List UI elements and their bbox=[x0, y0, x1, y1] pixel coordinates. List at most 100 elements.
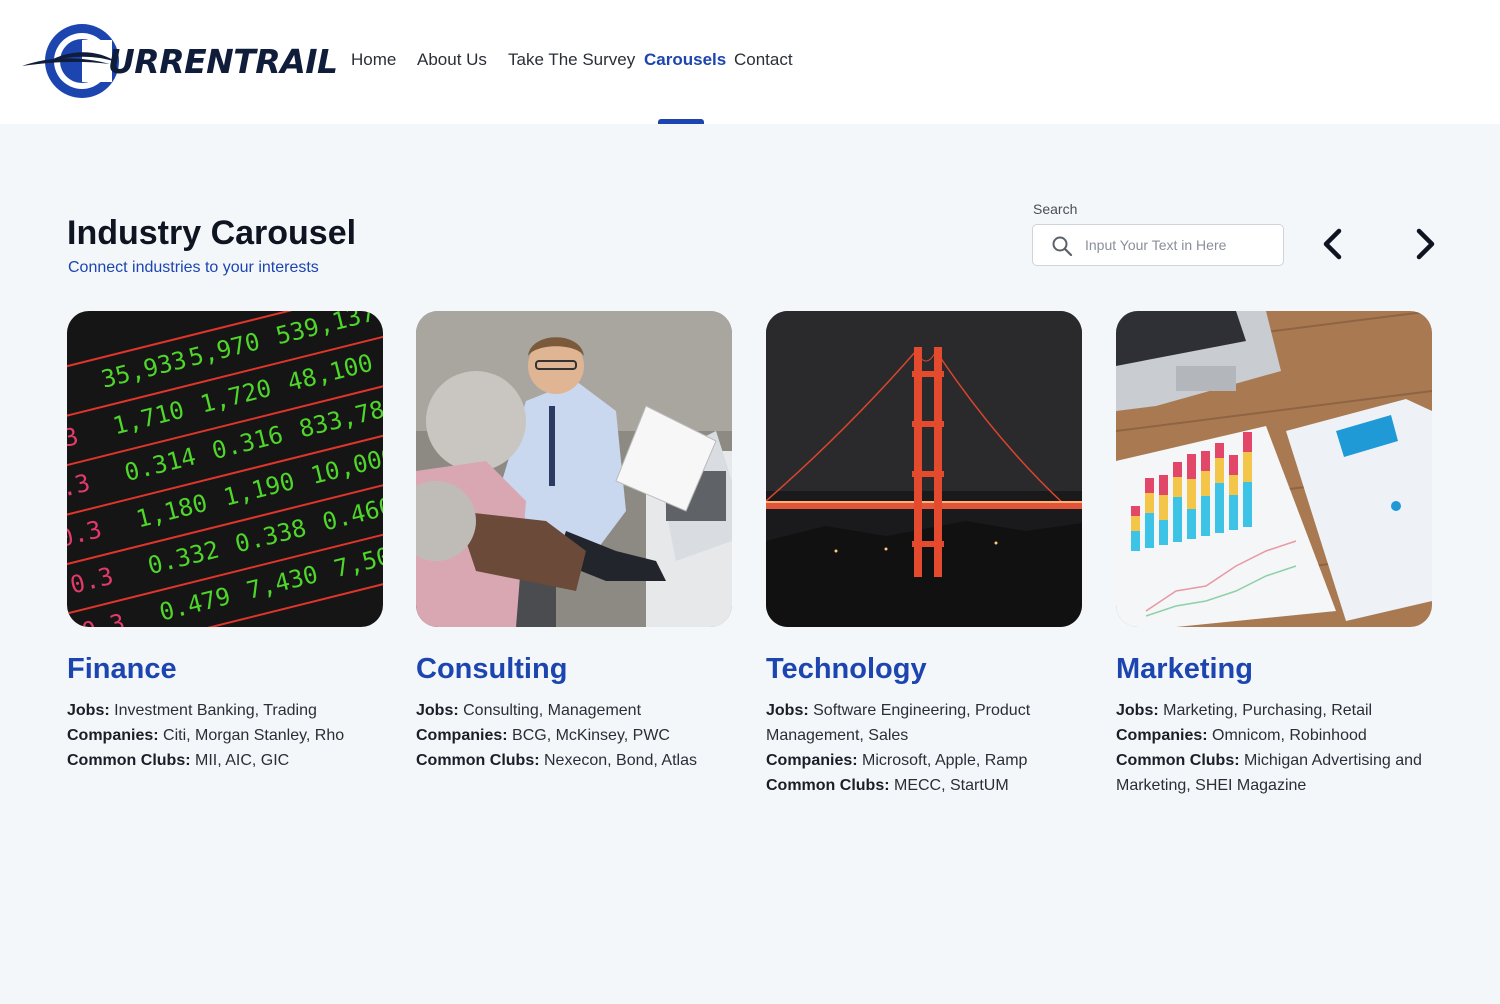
consultant-meeting-image bbox=[416, 311, 732, 627]
nav-active-indicator bbox=[658, 119, 704, 124]
card-details: Jobs: Marketing, Purchasing, Retail Comp… bbox=[1116, 698, 1434, 798]
companies-value: Microsoft, Apple, Ramp bbox=[862, 752, 1028, 769]
card-title: Marketing bbox=[1116, 653, 1253, 685]
report-bar bbox=[1187, 479, 1196, 509]
chevron-left-icon bbox=[1323, 228, 1342, 260]
report-bar bbox=[1229, 495, 1238, 530]
nav-carousels[interactable]: Carousels bbox=[644, 50, 726, 70]
companies-value: Citi, Morgan Stanley, Rho bbox=[163, 727, 345, 744]
jobs-label: Jobs: bbox=[67, 702, 110, 719]
report-bar bbox=[1159, 495, 1168, 520]
report-bar bbox=[1215, 483, 1224, 533]
report-bar bbox=[1159, 520, 1168, 545]
report-bar bbox=[1159, 475, 1168, 495]
companies-label: Companies: bbox=[416, 727, 508, 744]
marketing-image bbox=[1116, 311, 1432, 627]
card-details: Jobs: Software Engineering, Product Mana… bbox=[766, 698, 1084, 798]
report-bar bbox=[1131, 506, 1140, 516]
currentrail-logo[interactable]: URRENTRAIL bbox=[20, 22, 338, 102]
card-jobs: Jobs: Investment Banking, Trading bbox=[67, 698, 385, 723]
clubs-value: MECC, StartUM bbox=[894, 777, 1009, 794]
card-jobs: Jobs: Marketing, Purchasing, Retail bbox=[1116, 698, 1434, 723]
report-bar bbox=[1187, 454, 1196, 479]
companies-value: Omnicom, Robinhood bbox=[1212, 727, 1367, 744]
chevron-right-icon bbox=[1416, 228, 1435, 260]
card-details: Jobs: Investment Banking, Trading Compan… bbox=[67, 698, 385, 773]
card-title: Finance bbox=[67, 653, 177, 685]
card-clubs: Common Clubs: Michigan Advertising and M… bbox=[1116, 748, 1434, 798]
jobs-label: Jobs: bbox=[416, 702, 459, 719]
nav-contact[interactable]: Contact bbox=[734, 50, 793, 70]
report-bar bbox=[1131, 516, 1140, 531]
consulting-image bbox=[416, 311, 732, 627]
report-bar bbox=[1215, 443, 1224, 458]
stock-ticker-image: 35,9330.35,970539,1371,7100.31,72048,100… bbox=[67, 311, 383, 627]
site-header: URRENTRAIL Home About Us Take The Survey… bbox=[0, 0, 1500, 124]
jobs-value: Marketing, Purchasing, Retail bbox=[1163, 702, 1373, 719]
report-bar bbox=[1145, 513, 1154, 548]
card-title: Technology bbox=[766, 653, 927, 685]
nav-take-the-survey[interactable]: Take The Survey bbox=[508, 50, 635, 70]
clubs-label: Common Clubs: bbox=[67, 752, 191, 769]
report-bar bbox=[1173, 497, 1182, 542]
clubs-value: Nexecon, Bond, Atlas bbox=[544, 752, 697, 769]
technology-image bbox=[766, 311, 1082, 627]
search-icon bbox=[1052, 236, 1073, 257]
search-field[interactable] bbox=[1032, 224, 1284, 266]
report-bar bbox=[1187, 509, 1196, 539]
search-input[interactable] bbox=[1085, 233, 1275, 257]
marketing-report-image bbox=[1116, 311, 1432, 627]
industry-card-marketing[interactable]: Marketing Jobs: Marketing, Purchasing, R… bbox=[1116, 311, 1434, 798]
nav-home[interactable]: Home bbox=[351, 50, 396, 70]
carousel-prev-button[interactable] bbox=[1315, 226, 1351, 262]
report-bar bbox=[1145, 478, 1154, 493]
companies-label: Companies: bbox=[1116, 727, 1208, 744]
card-details: Jobs: Consulting, Management Companies: … bbox=[416, 698, 734, 773]
golden-gate-bridge-image bbox=[766, 311, 1082, 627]
card-companies: Companies: Omnicom, Robinhood bbox=[1116, 723, 1434, 748]
page-subtitle: Connect industries to your interests bbox=[68, 259, 319, 276]
card-jobs: Jobs: Software Engineering, Product Mana… bbox=[766, 698, 1084, 748]
report-bar bbox=[1243, 482, 1252, 527]
industry-card-technology[interactable]: Technology Jobs: Software Engineering, P… bbox=[766, 311, 1084, 798]
card-title: Consulting bbox=[416, 653, 568, 685]
logo-wordmark: URRENTRAIL bbox=[108, 42, 338, 81]
industry-card-consulting[interactable]: Consulting Jobs: Consulting, Management … bbox=[416, 311, 734, 773]
clubs-label: Common Clubs: bbox=[1116, 752, 1240, 769]
report-bar bbox=[1229, 455, 1238, 475]
companies-label: Companies: bbox=[67, 727, 159, 744]
card-clubs: Common Clubs: MECC, StartUM bbox=[766, 773, 1084, 798]
report-bar bbox=[1201, 451, 1210, 471]
nav-about-us[interactable]: About Us bbox=[417, 50, 487, 70]
jobs-value: Consulting, Management bbox=[463, 702, 642, 719]
search-label: Search bbox=[1033, 201, 1078, 217]
report-bar bbox=[1145, 493, 1154, 513]
card-companies: Companies: BCG, McKinsey, PWC bbox=[416, 723, 734, 748]
report-bar bbox=[1243, 452, 1252, 482]
report-bar bbox=[1201, 496, 1210, 536]
report-bar bbox=[1215, 458, 1224, 483]
jobs-label: Jobs: bbox=[766, 702, 809, 719]
carousel-next-button[interactable] bbox=[1407, 226, 1443, 262]
card-jobs: Jobs: Consulting, Management bbox=[416, 698, 734, 723]
companies-value: BCG, McKinsey, PWC bbox=[512, 727, 670, 744]
report-bar bbox=[1243, 432, 1252, 452]
page-title: Industry Carousel bbox=[67, 214, 357, 252]
jobs-label: Jobs: bbox=[1116, 702, 1159, 719]
card-clubs: Common Clubs: MII, AIC, GIC bbox=[67, 748, 385, 773]
report-bar bbox=[1201, 471, 1210, 496]
companies-label: Companies: bbox=[766, 752, 858, 769]
card-clubs: Common Clubs: Nexecon, Bond, Atlas bbox=[416, 748, 734, 773]
clubs-label: Common Clubs: bbox=[766, 777, 890, 794]
industry-card-finance[interactable]: 35,9330.35,970539,1371,7100.31,72048,100… bbox=[67, 311, 385, 773]
finance-image: 35,9330.35,970539,1371,7100.31,72048,100… bbox=[67, 311, 383, 627]
card-companies: Companies: Citi, Morgan Stanley, Rho bbox=[67, 723, 385, 748]
clubs-label: Common Clubs: bbox=[416, 752, 540, 769]
report-bar bbox=[1229, 475, 1238, 495]
report-bar bbox=[1173, 462, 1182, 477]
jobs-value: Investment Banking, Trading bbox=[114, 702, 317, 719]
clubs-value: MII, AIC, GIC bbox=[195, 752, 290, 769]
report-bar bbox=[1173, 477, 1182, 497]
report-bar bbox=[1131, 531, 1140, 551]
card-companies: Companies: Microsoft, Apple, Ramp bbox=[766, 748, 1084, 773]
